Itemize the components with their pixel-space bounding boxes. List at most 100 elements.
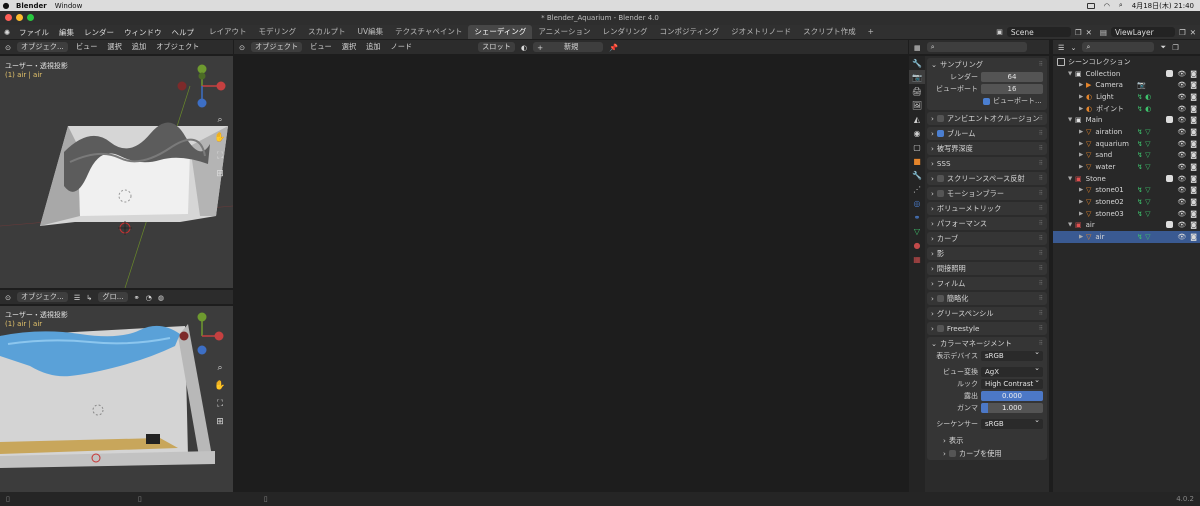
- navigation-gizmo-bottom[interactable]: [178, 310, 228, 360]
- panel-enable-checkbox[interactable]: [936, 325, 944, 332]
- drag-grip-icon[interactable]: ⠿: [1039, 340, 1043, 347]
- battery-icon[interactable]: [1086, 2, 1095, 9]
- exclude-checkbox[interactable]: [1166, 116, 1174, 124]
- panel-enable-checkbox[interactable]: [936, 295, 944, 302]
- expand-toggle-icon[interactable]: ▶: [1079, 164, 1086, 170]
- outliner-row[interactable]: ▼ ▣ Main 👁 ◙: [1053, 114, 1200, 126]
- proportional-edit-icon[interactable]: ◍: [158, 293, 164, 302]
- menu-window[interactable]: ウィンドウ: [119, 27, 167, 38]
- drag-grip-icon[interactable]: ⠿: [1039, 190, 1043, 197]
- drag-grip-icon[interactable]: ⠿: [1039, 325, 1043, 332]
- menu-view[interactable]: ビュー: [74, 42, 100, 52]
- new-scene-icon[interactable]: ❐: [1075, 28, 1082, 37]
- visibility-eye-icon[interactable]: 👁: [1177, 233, 1186, 241]
- property-panel-header[interactable]: › モーションブラー ⠿: [927, 187, 1047, 200]
- outliner-row[interactable]: ▶ ▽ aquarium ↯ ▽ 👁 ◙: [1053, 138, 1200, 150]
- expand-toggle-icon[interactable]: ▶: [1079, 82, 1086, 88]
- property-panel-header[interactable]: › スクリーンスペース反射 ⠿: [927, 172, 1047, 185]
- wifi-icon[interactable]: ◠: [1104, 2, 1110, 10]
- workspace-tab[interactable]: モデリング: [253, 25, 303, 39]
- render-tab-icon[interactable]: 📷: [909, 70, 925, 84]
- visibility-eye-icon[interactable]: 👁: [1177, 70, 1186, 78]
- gamma-slider[interactable]: 1.000: [981, 403, 1043, 413]
- outliner-row[interactable]: ▶ ◐ ポイント ↯ ◐ 👁 ◙: [1053, 103, 1200, 115]
- expand-toggle-icon[interactable]: ▶: [1079, 211, 1086, 217]
- menu-hamburger-icon[interactable]: ☰: [74, 293, 80, 302]
- outliner-row[interactable]: ▼ ▣ Stone 👁 ◙: [1053, 173, 1200, 185]
- workspace-tab[interactable]: コンポジティング: [654, 25, 726, 39]
- exclude-checkbox[interactable]: [1166, 174, 1174, 182]
- workspace-tab[interactable]: レンダリング: [597, 25, 654, 39]
- properties-search[interactable]: ⌕: [926, 42, 1027, 52]
- app-name[interactable]: Blender: [16, 2, 47, 10]
- outliner-row[interactable]: ▼ ▣ air 👁 ◙: [1053, 220, 1200, 232]
- scene-icon[interactable]: ▣: [996, 28, 1003, 36]
- visibility-eye-icon[interactable]: 👁: [1177, 116, 1186, 124]
- display-subpanel-header[interactable]: › 表示: [927, 434, 1047, 447]
- expand-toggle-icon[interactable]: ▼: [1068, 176, 1075, 182]
- expand-toggle-icon[interactable]: ▶: [1079, 106, 1086, 112]
- property-panel-header[interactable]: › パフォーマンス ⠿: [927, 217, 1047, 230]
- workspace-tab[interactable]: アニメーション: [532, 25, 596, 39]
- menu-add[interactable]: 追加: [364, 42, 382, 52]
- menu-node[interactable]: ノード: [389, 42, 415, 52]
- workspace-tab[interactable]: テクスチャペイント: [389, 25, 468, 39]
- visibility-eye-icon[interactable]: 👁: [1177, 105, 1186, 113]
- drag-grip-icon[interactable]: ⠿: [1039, 145, 1043, 152]
- pan-hand-icon[interactable]: ✋: [214, 380, 226, 392]
- property-panel-header[interactable]: › アンビエントオクルージョン ⠿: [927, 112, 1047, 125]
- new-viewlayer-icon[interactable]: ❐: [1179, 28, 1186, 37]
- sequencer-select[interactable]: sRGB: [981, 416, 1043, 429]
- visibility-eye-icon[interactable]: 👁: [1177, 210, 1186, 218]
- render-camera-icon[interactable]: ◙: [1190, 221, 1197, 229]
- data-link-icon[interactable]: ↯ ▽: [1137, 233, 1150, 241]
- viewport-samples-field[interactable]: 16: [981, 84, 1043, 94]
- modifier-tab-icon[interactable]: 🔧: [909, 168, 925, 182]
- navigation-gizmo-top[interactable]: [176, 62, 233, 122]
- viewlayer-icon[interactable]: ▤: [1100, 28, 1107, 37]
- data-link-icon[interactable]: ↯ ▽: [1137, 163, 1150, 171]
- visibility-eye-icon[interactable]: 👁: [1177, 93, 1186, 101]
- viewport-denoise-checkbox[interactable]: [983, 97, 990, 105]
- menu-edit[interactable]: 編集: [54, 27, 79, 38]
- outliner-row[interactable]: ▶ ▽ stone02 ↯ ▽ 👁 ◙: [1053, 196, 1200, 208]
- expand-toggle-icon[interactable]: ▶: [1079, 129, 1086, 135]
- close-window-button[interactable]: [5, 14, 12, 21]
- delete-scene-icon[interactable]: ✕: [1086, 28, 1092, 37]
- visibility-eye-icon[interactable]: 👁: [1177, 198, 1186, 206]
- menu-add[interactable]: 追加: [130, 42, 148, 52]
- render-camera-icon[interactable]: ◙: [1190, 116, 1197, 124]
- outliner-row[interactable]: ▶ ▽ stone01 ↯ ▽ 👁 ◙: [1053, 185, 1200, 197]
- tool-tab-icon[interactable]: 🔧: [909, 56, 925, 70]
- menu-help[interactable]: ヘルプ: [167, 27, 200, 38]
- drag-grip-icon[interactable]: ⠿: [1039, 115, 1043, 122]
- menu-render[interactable]: レンダー: [79, 27, 119, 38]
- property-panel-header[interactable]: › 影 ⠿: [927, 247, 1047, 260]
- display-device-select[interactable]: sRGB: [981, 348, 1043, 361]
- outliner-row[interactable]: ▶ ◐ Light ↯ ◐ 👁 ◙: [1053, 91, 1200, 103]
- viewlayer-selector[interactable]: ViewLayer: [1110, 27, 1175, 37]
- panel-enable-checkbox[interactable]: [936, 115, 944, 122]
- panel-enable-checkbox[interactable]: [936, 130, 944, 137]
- editor-type-icon[interactable]: ⊙: [5, 43, 11, 52]
- render-camera-icon[interactable]: ◙: [1190, 186, 1197, 194]
- outliner-search[interactable]: ⌕: [1082, 42, 1155, 52]
- pan-hand-icon[interactable]: ✋: [214, 132, 226, 144]
- data-link-icon[interactable]: ↯ ◐: [1137, 105, 1151, 113]
- data-link-icon[interactable]: ↯ ▽: [1137, 128, 1150, 136]
- menu-view[interactable]: ビュー: [308, 42, 334, 52]
- grid-ortho-icon[interactable]: ⊞: [214, 416, 226, 428]
- visibility-eye-icon[interactable]: 👁: [1177, 221, 1186, 229]
- render-camera-icon[interactable]: ◙: [1190, 128, 1197, 136]
- particles-tab-icon[interactable]: ⋰: [909, 182, 925, 196]
- mode-dropdown[interactable]: オブジェク...: [17, 42, 68, 52]
- sampling-header[interactable]: ⌄ サンプリング ⠿: [927, 58, 1047, 71]
- shader-node-canvas[interactable]: [234, 56, 908, 492]
- render-camera-icon[interactable]: ◙: [1190, 210, 1197, 218]
- outliner-row[interactable]: ▶ ▽ stone03 ↯ ▽ 👁 ◙: [1053, 208, 1200, 220]
- data-link-icon[interactable]: ↯ ▽: [1137, 151, 1150, 159]
- delete-viewlayer-icon[interactable]: ✕: [1190, 28, 1196, 37]
- outliner-row[interactable]: ▶ ▽ sand ↯ ▽ 👁 ◙: [1053, 150, 1200, 162]
- render-camera-icon[interactable]: ◙: [1190, 93, 1197, 101]
- property-panel-header[interactable]: › フィルム ⠿: [927, 277, 1047, 290]
